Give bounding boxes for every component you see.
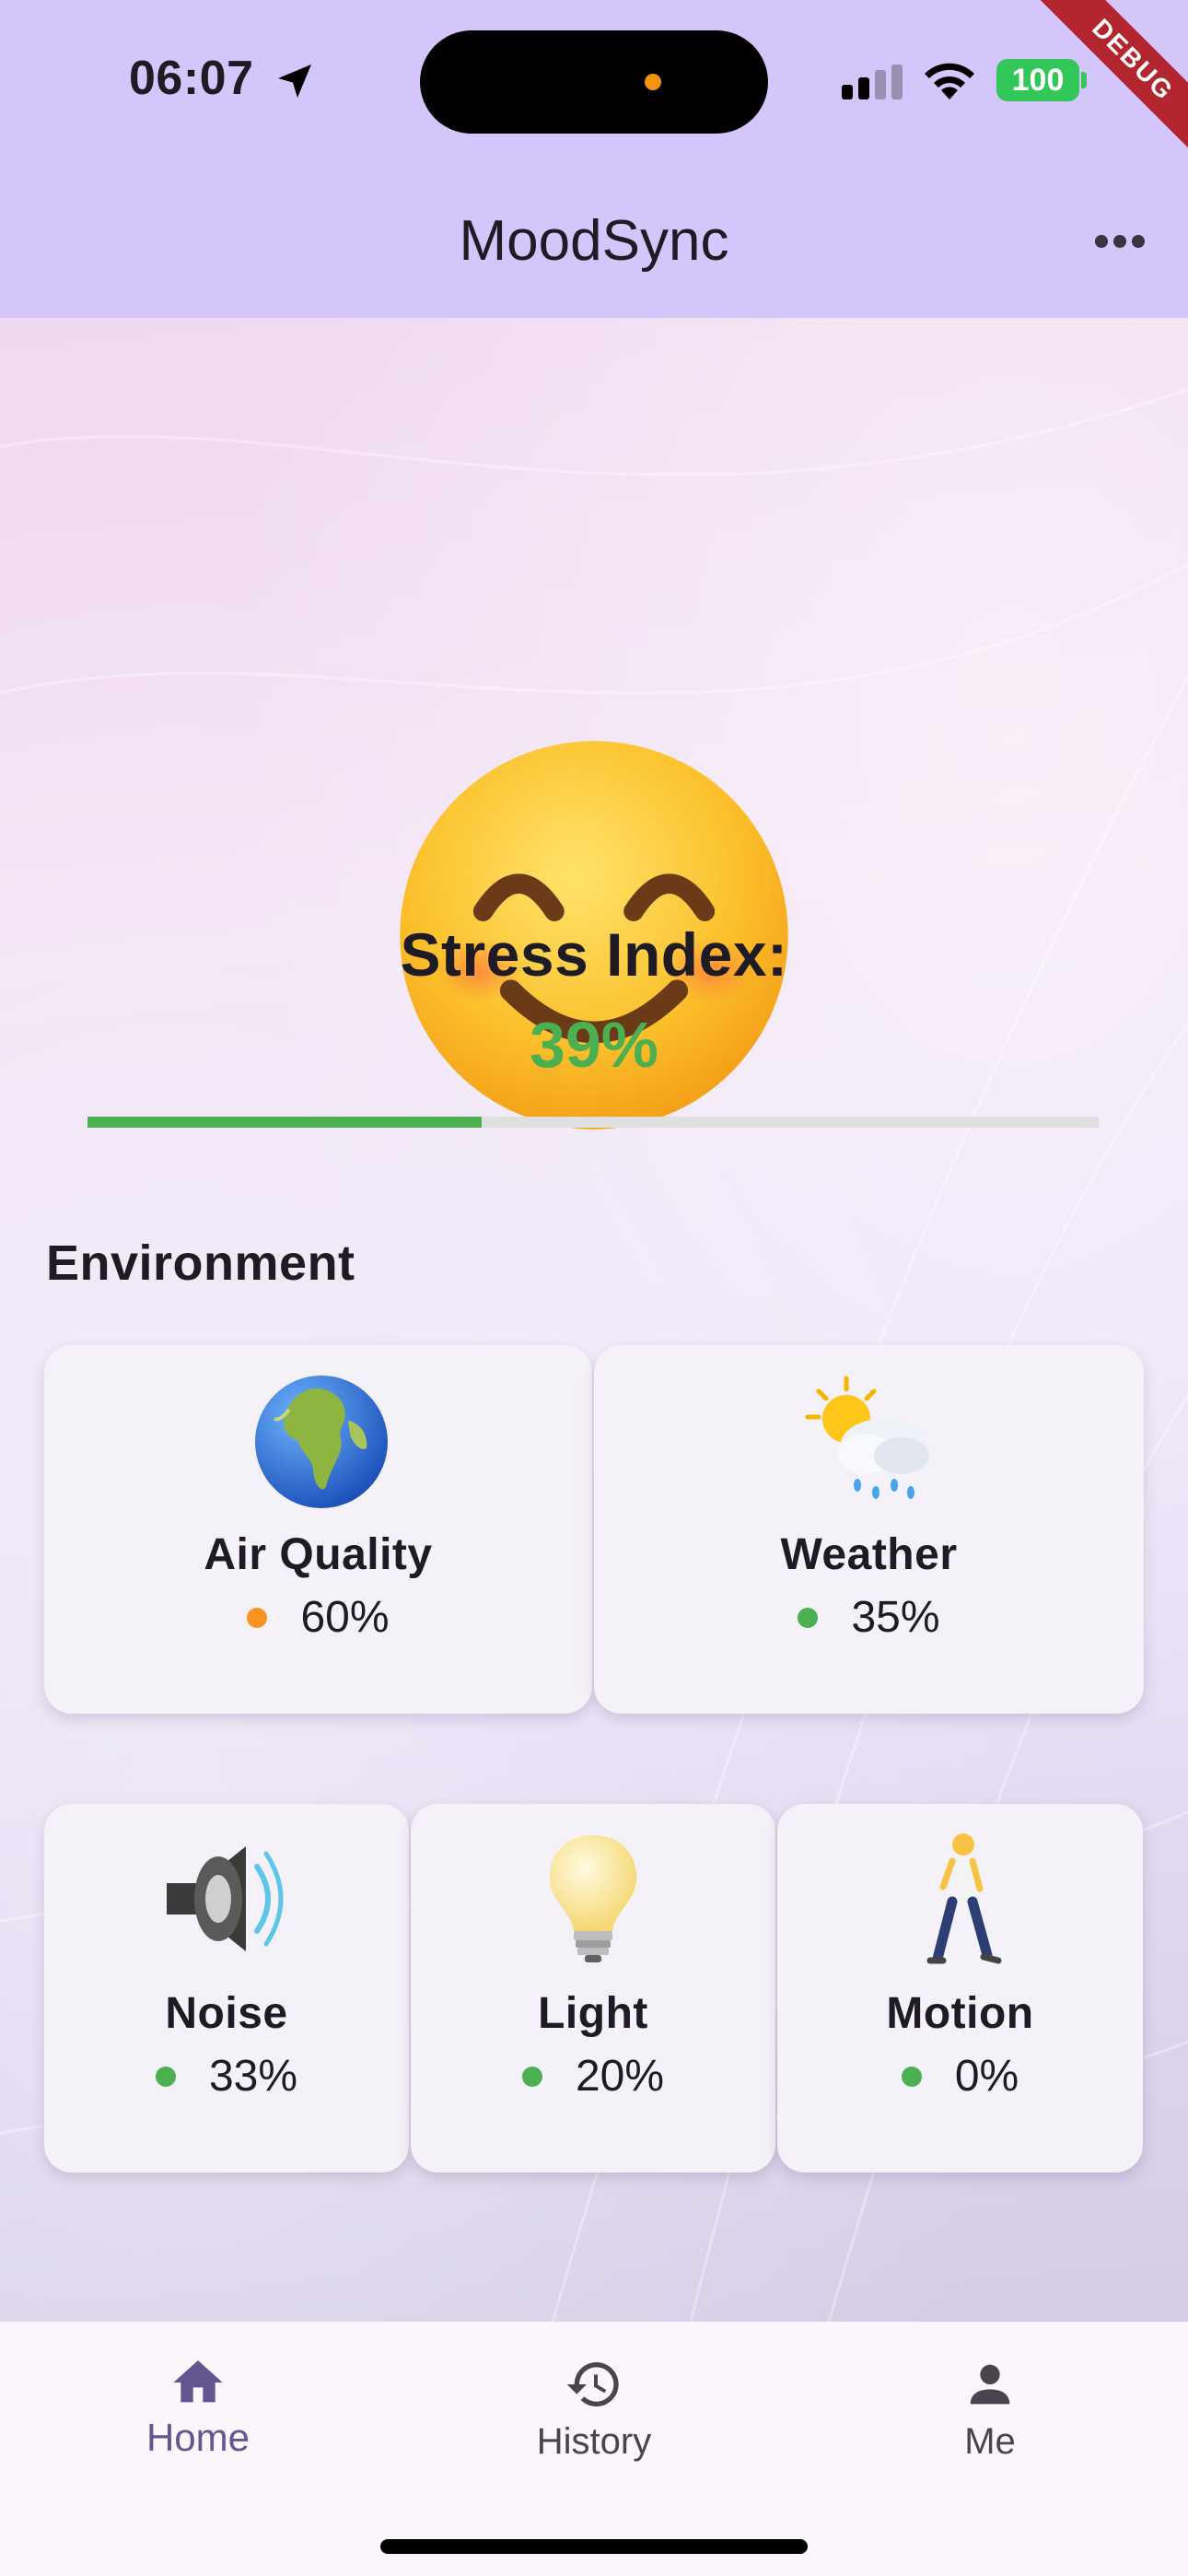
nav-label-me: Me bbox=[964, 2421, 1016, 2462]
status-dot bbox=[155, 2066, 176, 2087]
weather-value-row: 35% bbox=[594, 1592, 1144, 1643]
air-quality-card[interactable]: Air Quality 60% bbox=[44, 1345, 592, 1714]
nav-item-history[interactable]: History bbox=[396, 2322, 792, 2506]
privacy-indicator-dot bbox=[645, 74, 661, 90]
nav-label-history: History bbox=[536, 2421, 652, 2462]
light-label: Light bbox=[538, 1989, 648, 2038]
air-quality-label: Air Quality bbox=[204, 1530, 433, 1579]
weather-card[interactable]: Weather 35% bbox=[594, 1345, 1144, 1714]
history-icon bbox=[566, 2362, 619, 2406]
stress-index-value: 39% bbox=[529, 1009, 659, 1081]
weather-label: Weather bbox=[780, 1530, 958, 1579]
wifi-icon bbox=[925, 63, 974, 100]
more-horizontal-icon[interactable] bbox=[1092, 225, 1147, 258]
nav-label-home: Home bbox=[146, 2416, 250, 2459]
battery-indicator: 100 bbox=[996, 59, 1079, 101]
noise-value: 33% bbox=[208, 2052, 298, 2101]
home-indicator[interactable] bbox=[380, 2539, 808, 2554]
light-value: 20% bbox=[575, 2052, 665, 2101]
cellular-signal-icon bbox=[842, 64, 903, 100]
bottom-navigation-bar: Home History Me bbox=[0, 2322, 1188, 2576]
motion-card[interactable]: Motion 0% bbox=[777, 1804, 1143, 2172]
person-icon bbox=[970, 2364, 1010, 2405]
home-content: Stress Index: 39% Environment Air Qualit… bbox=[0, 318, 1188, 2322]
status-dot bbox=[247, 1607, 268, 1628]
noise-value-row: 33% bbox=[44, 2051, 409, 2102]
speaker-icon bbox=[167, 1846, 284, 1951]
app-title: MoodSync bbox=[459, 209, 729, 273]
location-arrow-icon bbox=[278, 64, 311, 98]
motion-label: Motion bbox=[886, 1989, 1034, 2038]
light-bulb-icon bbox=[549, 1835, 637, 1962]
stress-progress-fill bbox=[87, 1117, 483, 1128]
noise-card[interactable]: Noise 33% bbox=[44, 1804, 409, 2172]
light-value-row: 20% bbox=[411, 2051, 775, 2102]
battery-tip bbox=[1081, 72, 1087, 88]
stress-progress-bar bbox=[87, 1117, 1099, 1128]
app-header: 06:07 100 DEBUG MoodSync bbox=[0, 0, 1188, 318]
light-card[interactable]: Light 20% bbox=[411, 1804, 775, 2172]
motion-value-row: 0% bbox=[777, 2051, 1143, 2102]
status-time: 06:07 bbox=[129, 52, 254, 105]
status-dot bbox=[798, 1607, 819, 1628]
stress-index-label: Stress Index: bbox=[400, 920, 788, 989]
nav-item-me[interactable]: Me bbox=[792, 2322, 1188, 2506]
noise-label: Noise bbox=[165, 1989, 288, 2038]
sun-behind-rain-cloud-icon bbox=[805, 1376, 929, 1499]
home-icon bbox=[173, 2360, 223, 2403]
air-quality-value-row: 60% bbox=[44, 1592, 592, 1643]
status-dot bbox=[521, 2066, 542, 2087]
nav-item-home[interactable]: Home bbox=[0, 2322, 396, 2506]
dynamic-island bbox=[420, 30, 768, 134]
weather-value: 35% bbox=[851, 1593, 940, 1642]
person-walking-icon bbox=[926, 1833, 1002, 1964]
environment-section-title: Environment bbox=[46, 1235, 355, 1291]
motion-value: 0% bbox=[954, 2052, 1019, 2101]
air-quality-value: 60% bbox=[300, 1593, 390, 1642]
status-dot bbox=[901, 2066, 922, 2087]
globe-icon bbox=[255, 1376, 388, 1508]
